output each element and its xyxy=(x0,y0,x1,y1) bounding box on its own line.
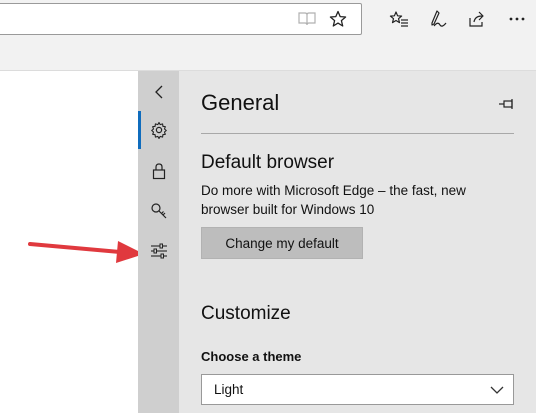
settings-rail xyxy=(138,71,179,413)
title-divider xyxy=(201,133,514,134)
theme-select[interactable]: Light xyxy=(201,374,514,405)
pin-icon[interactable] xyxy=(496,93,518,115)
panel-title: General xyxy=(201,90,280,115)
address-bar[interactable] xyxy=(0,3,362,35)
advanced-sliders-icon[interactable] xyxy=(138,232,179,270)
reading-view-icon[interactable] xyxy=(295,7,319,31)
change-default-button[interactable]: Change my default xyxy=(201,227,363,259)
toolbar-strip xyxy=(0,40,536,71)
browser-toolbar xyxy=(0,0,536,40)
more-ellipsis-icon[interactable] xyxy=(505,7,529,31)
share-icon[interactable] xyxy=(465,7,489,31)
favorites-hub-icon[interactable] xyxy=(387,7,411,31)
theme-label: Choose a theme xyxy=(201,349,302,364)
theme-select-value: Light xyxy=(214,382,244,397)
privacy-lock-icon[interactable] xyxy=(138,152,179,190)
settings-gear-icon[interactable] xyxy=(138,111,179,149)
customize-heading: Customize xyxy=(201,303,291,324)
back-chevron-icon[interactable] xyxy=(138,73,179,111)
chevron-down-icon xyxy=(490,386,504,394)
default-browser-description: Do more with Microsoft Edge – the fast, … xyxy=(201,183,466,217)
favorite-star-icon[interactable] xyxy=(326,7,350,31)
settings-panel: General Default browser Do more with Mic… xyxy=(179,71,536,413)
passwords-key-icon[interactable] xyxy=(138,192,179,230)
web-note-pen-icon[interactable] xyxy=(426,7,450,31)
default-browser-heading: Default browser xyxy=(201,152,335,173)
annotation-arrow xyxy=(28,241,144,263)
